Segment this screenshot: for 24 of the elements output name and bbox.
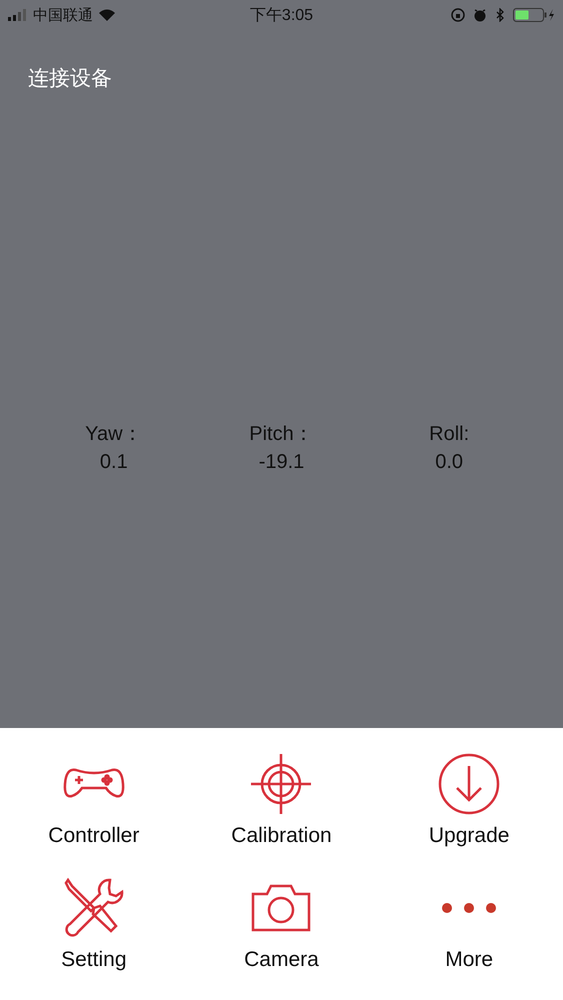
bluetooth-icon <box>495 8 505 22</box>
reading-label: Pitch： <box>249 422 314 446</box>
crosshair-icon <box>249 752 314 816</box>
menu-button[interactable]: Calibration <box>188 752 376 876</box>
download-icon <box>437 752 502 816</box>
menu-button[interactable]: Upgrade <box>375 752 563 876</box>
page-title: 连接设备 <box>28 66 112 92</box>
reading-value: 0.1 <box>100 450 128 474</box>
wifi-icon <box>98 8 116 22</box>
rotation-lock-icon <box>451 8 465 22</box>
battery-icon <box>513 8 555 22</box>
menu-button[interactable]: Setting <box>0 876 188 1000</box>
reading-value: 0.0 <box>435 450 464 474</box>
alarm-icon <box>473 8 487 22</box>
reading-label: Yaw： <box>85 422 143 446</box>
carrier-name: 中国联通 <box>33 6 93 24</box>
menu-button[interactable]: Controller <box>0 752 188 876</box>
menu-button[interactable]: More <box>375 876 563 1000</box>
menu-button[interactable]: Camera <box>188 876 376 1000</box>
reading-value: -19.1 <box>258 450 304 474</box>
reading-label: Roll: <box>429 422 470 446</box>
signal-icon <box>8 9 28 21</box>
clock-time: 下午3:05 <box>250 6 314 26</box>
more-icon <box>442 903 496 913</box>
